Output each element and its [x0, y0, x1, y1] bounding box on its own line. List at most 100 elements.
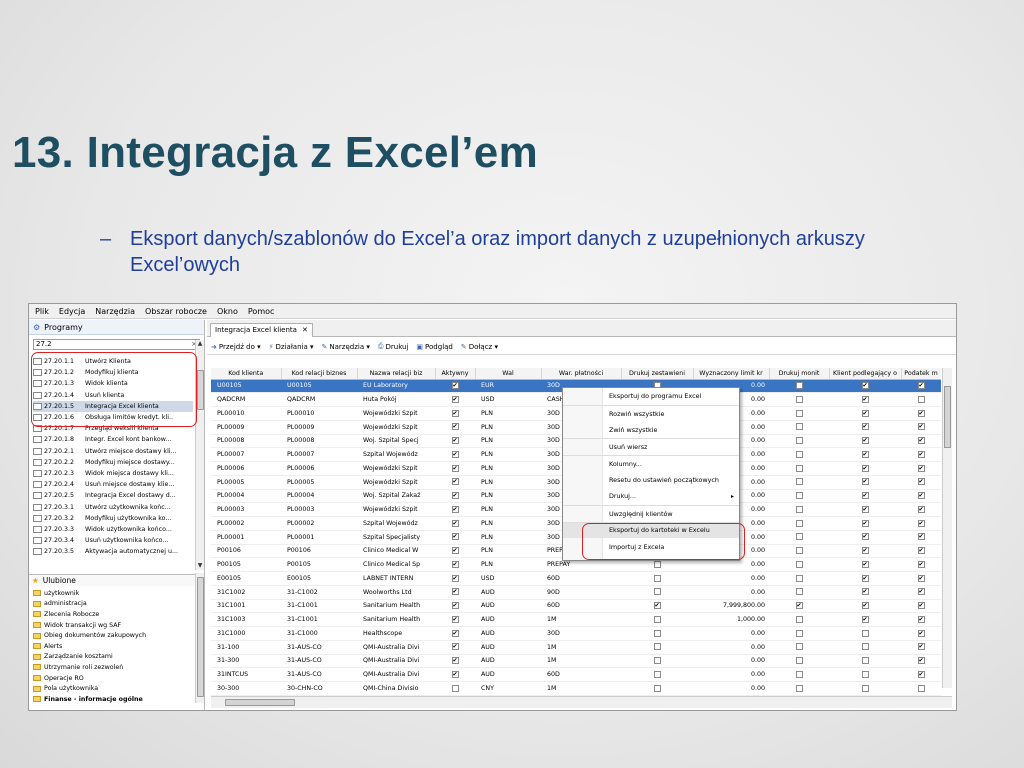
checkbox[interactable] [795, 560, 803, 568]
checkbox[interactable]: ✔ [451, 574, 459, 582]
checkbox[interactable] [795, 533, 803, 541]
menu-item[interactable]: Narzędzia [95, 307, 135, 316]
context-menu-item[interactable]: Kolumny... [563, 454, 739, 472]
checkbox[interactable] [795, 464, 803, 472]
checkbox[interactable]: ✔ [917, 492, 925, 500]
table-row[interactable]: 31INTCUS 31-AUS-CO QMI-Australia Divi ✔ AUD 6… [211, 667, 941, 682]
checkbox[interactable]: ✔ [861, 409, 869, 417]
checkbox[interactable]: ✔ [451, 423, 459, 431]
context-menu-item[interactable]: Resetu do ustawień początkowych [563, 471, 739, 488]
checkbox[interactable]: ✔ [451, 547, 459, 555]
checkbox[interactable]: ✔ [861, 602, 869, 610]
toolbar-button[interactable]: ▣ Podgląd [416, 343, 452, 351]
checkbox[interactable] [795, 423, 803, 431]
favorite-item[interactable]: Zarządzanie kosztami [33, 652, 193, 663]
toolbar-button[interactable]: ✎ Narzędzia ▾ [322, 343, 370, 351]
program-row[interactable]: 27.20.3.1 Utwórz użytkownika końc... [33, 501, 193, 512]
checkbox[interactable]: ✔ [451, 492, 459, 500]
checkbox[interactable]: ✔ [451, 615, 459, 623]
tab-integracja-excel-klienta[interactable]: Integracja Excel klienta ✕ [210, 323, 313, 337]
checkbox[interactable] [653, 657, 661, 665]
checkbox[interactable]: ✔ [917, 615, 925, 623]
programs-header[interactable]: ⚙ Programy [29, 320, 204, 335]
checkbox[interactable] [795, 547, 803, 555]
checkbox[interactable]: ✔ [861, 478, 869, 486]
checkbox[interactable]: ✔ [451, 450, 459, 458]
column-header[interactable]: Kod relacji biznes [281, 368, 358, 380]
scroll-up-icon[interactable]: ▲ [196, 340, 204, 348]
table-row[interactable]: 31C1001 31-C1001 Sanitarium Health ✔ AUD 60D ✔… [211, 599, 941, 614]
program-row[interactable]: 27.20.3.4 Usuń użytkownika końco... [33, 535, 193, 546]
checkbox[interactable]: ✔ [917, 560, 925, 568]
scroll-down-icon[interactable]: ▼ [196, 562, 204, 570]
grid-horizontal-scrollbar[interactable] [211, 696, 952, 708]
checkbox[interactable] [795, 437, 803, 445]
checkbox[interactable]: ✔ [451, 602, 459, 610]
checkbox[interactable]: ✔ [917, 409, 925, 417]
checkbox[interactable] [653, 684, 661, 692]
column-header[interactable]: Wal [475, 368, 542, 380]
checkbox[interactable]: ✔ [917, 629, 925, 637]
toolbar-button[interactable]: ✎ Dołącz ▾ [461, 343, 498, 351]
menu-item[interactable]: Obszar robocze [145, 307, 207, 316]
checkbox[interactable]: ✔ [917, 670, 925, 678]
checkbox[interactable]: ✔ [861, 492, 869, 500]
checkbox[interactable] [653, 574, 661, 582]
favorite-item[interactable]: Pola użytkownika [33, 683, 193, 694]
program-row[interactable]: 27.20.3.2 Modyfikuj użytkownika ko... [33, 513, 193, 524]
checkbox[interactable] [653, 615, 661, 623]
checkbox[interactable]: ✔ [917, 519, 925, 527]
checkbox[interactable] [795, 684, 803, 692]
checkbox[interactable]: ✔ [861, 382, 869, 390]
favorite-item[interactable]: Zlecenia Robocze [33, 609, 193, 620]
program-row[interactable]: 27.20.1.8 Integr. Excel kont bankow... [33, 434, 193, 445]
checkbox[interactable] [795, 409, 803, 417]
program-row[interactable]: 27.20.2.5 Integracja Excel dostawy d... [33, 490, 193, 501]
table-row[interactable]: 31C1002 31-C1002 Woolworths Ltd ✔ AUD 90D 0.00… [211, 585, 941, 600]
toolbar-button[interactable]: ➜ Przejdź do ▾ [211, 343, 261, 351]
checkbox[interactable]: ✔ [917, 382, 925, 390]
left-panel-scrollbar[interactable] [195, 573, 204, 703]
checkbox[interactable] [795, 629, 803, 637]
checkbox[interactable]: ✔ [917, 533, 925, 541]
checkbox[interactable]: ✔ [917, 588, 925, 596]
table-row[interactable]: 31C1000 31-C1000 Healthscope ✔ AUD 30D 0.00 ✔ [211, 626, 941, 641]
checkbox[interactable]: ✔ [861, 588, 869, 596]
checkbox[interactable] [795, 492, 803, 500]
menu-item[interactable]: Pomoc [248, 307, 275, 316]
checkbox[interactable] [653, 560, 661, 568]
column-header[interactable]: Klient podlegający o [829, 368, 902, 380]
context-menu-item[interactable]: Drukuj... ▸ [563, 488, 739, 505]
column-header[interactable]: Kod klienta [211, 368, 282, 380]
checkbox[interactable]: ✔ [917, 450, 925, 458]
checkbox[interactable]: ✔ [861, 437, 869, 445]
context-menu-item[interactable]: Zwiń wszystkie [563, 421, 739, 438]
table-row[interactable]: 31-300 31-AUS-CO QMI-Australia Divi ✔ AUD 1M 0… [211, 654, 941, 669]
checkbox[interactable] [795, 574, 803, 582]
checkbox[interactable] [451, 684, 459, 692]
menu-item[interactable]: Okno [217, 307, 238, 316]
checkbox[interactable] [653, 588, 661, 596]
checkbox[interactable]: ✔ [917, 574, 925, 582]
checkbox[interactable]: ✔ [451, 588, 459, 596]
table-row[interactable]: E00105 E00105 LABNET INTERN ✔ USD 60D 0.00 ✔ ✔ [211, 571, 941, 586]
checkbox[interactable] [653, 670, 661, 678]
checkbox[interactable]: ✔ [917, 437, 925, 445]
checkbox[interactable]: ✔ [861, 464, 869, 472]
checkbox[interactable] [795, 478, 803, 486]
checkbox[interactable] [861, 629, 869, 637]
checkbox[interactable]: ✔ [861, 505, 869, 513]
checkbox[interactable]: ✔ [451, 657, 459, 665]
favorite-item[interactable]: Obieg dokumentów zakupowych [33, 630, 193, 641]
favorite-item[interactable]: Widok transakcji wg SAF [33, 620, 193, 631]
checkbox[interactable]: ✔ [795, 602, 803, 610]
checkbox[interactable] [653, 629, 661, 637]
checkbox[interactable] [795, 643, 803, 651]
checkbox[interactable] [653, 643, 661, 651]
checkbox[interactable]: ✔ [451, 670, 459, 678]
program-row[interactable]: 27.20.3.3 Widok użytkownika końco... [33, 524, 193, 535]
checkbox[interactable]: ✔ [917, 478, 925, 486]
favorites-header[interactable]: ★ Ulubione [29, 574, 195, 586]
toolbar-button[interactable]: ⚡ Działania ▾ [269, 343, 314, 351]
checkbox[interactable] [861, 657, 869, 665]
